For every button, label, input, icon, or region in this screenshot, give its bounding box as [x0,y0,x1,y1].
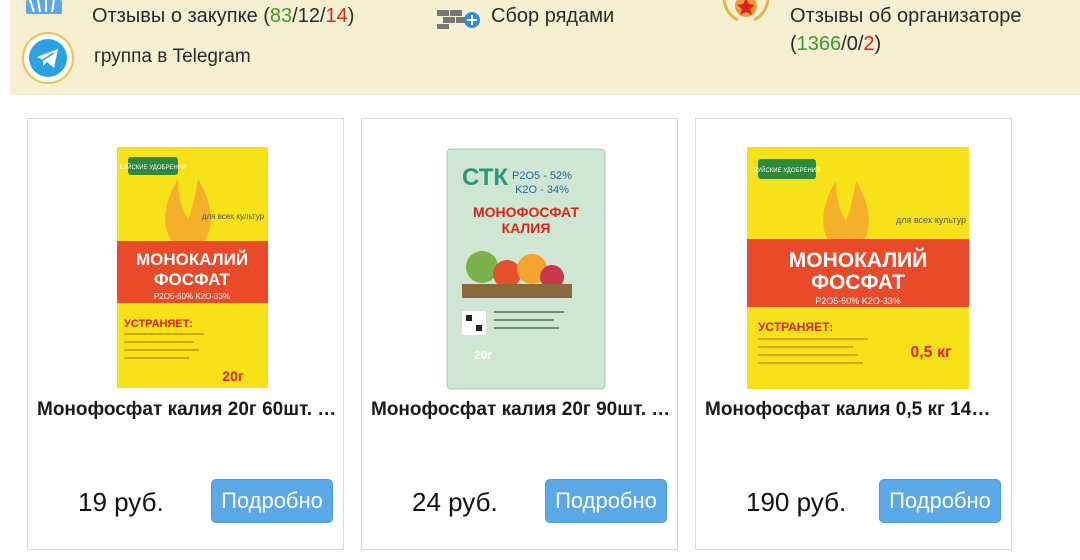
product-title[interactable]: Монофосфат калия 0,5 кг 14шт. Буйские уд… [705,399,1005,421]
row-collect-icon [437,6,483,30]
positive-count: 1366 [796,33,842,55]
svg-text:МОНОКАЛИЙ: МОНОКАЛИЙ [789,248,928,272]
svg-text:для всех культур: для всех культур [202,212,265,221]
positive-count: 83 [269,5,293,27]
product-title[interactable]: Монофосфат калия 20г 60шт. Буйские удобр… [37,399,337,421]
svg-text:ФОСФАТ: ФОСФАТ [154,270,231,289]
product-price: 190 руб. [746,487,847,517]
svg-text:P2O5 - 52%: P2O5 - 52% [512,170,572,182]
product-card[interactable]: СТК P2O5 - 52% K2O - 34% МОНОФОСФАТ КАЛИ… [361,118,678,550]
row-collect-link[interactable]: Сбор рядами [491,4,614,28]
product-image[interactable]: БУЙСКИЕ УДОБРЕНИЯ для всех культур МОНОК… [696,119,1011,399]
product-image[interactable]: СТК P2O5 - 52% K2O - 34% МОНОФОСФАТ КАЛИ… [362,119,677,399]
neutral-count: 0 [846,33,858,55]
product-grid: БУЙСКИЕ УДОБРЕНИЯ для всех культур МОНОК… [0,118,1080,560]
details-button[interactable]: Подробно [211,479,333,523]
svg-text:КАЛИЯ: КАЛИЯ [502,220,551,236]
purchase-reviews[interactable]: Отзывы о закупке (83/12/14) [92,4,354,28]
svg-text:ФОСФАТ: ФОСФАТ [811,271,905,294]
svg-text:УСТРАНЯЕТ:: УСТРАНЯЕТ: [124,318,193,330]
svg-text:МОНОФОСФАТ: МОНОФОСФАТ [473,204,580,220]
svg-text:для всех культур: для всех культур [896,215,966,225]
details-button[interactable]: Подробно [879,479,1001,523]
svg-text:P2O5-50% K2O-33%: P2O5-50% K2O-33% [154,292,230,301]
negative-count: 14 [325,5,348,27]
svg-text:K2O - 34%: K2O - 34% [515,184,569,196]
medal-icon [716,0,776,24]
svg-text:УСТРАНЯЕТ:: УСТРАНЯЕТ: [758,320,833,334]
product-card[interactable]: БУЙСКИЕ УДОБРЕНИЯ для всех культур МОНОК… [27,118,344,550]
svg-text:20г: 20г [474,348,492,362]
organizer-reviews[interactable]: Отзывы об организаторе [790,4,1022,28]
svg-text:БУЙСКИЕ УДОБРЕНИЯ: БУЙСКИЕ УДОБРЕНИЯ [754,166,821,174]
svg-text:БУЙСКИЕ УДОБРЕНИЯ: БУЙСКИЕ УДОБРЕНИЯ [120,163,187,171]
svg-text:МОНОКАЛИЙ: МОНОКАЛИЙ [136,250,248,269]
telegram-icon[interactable] [22,32,74,84]
svg-text:P2O5-50% K2O-33%: P2O5-50% K2O-33% [815,296,901,306]
svg-text:20г: 20г [222,368,244,384]
svg-text:СТК: СТК [462,164,508,191]
product-title[interactable]: Монофосфат калия 20г 90шт. СТК [371,399,671,421]
svg-text:0,5 кг: 0,5 кг [910,344,952,361]
product-price: 19 руб. [78,487,164,517]
organizer-reviews-counts: (1366/0/2) [790,33,882,55]
product-card[interactable]: БУЙСКИЕ УДОБРЕНИЯ для всех культур МОНОК… [695,118,1012,550]
product-price: 24 руб. [412,487,498,517]
product-image[interactable]: БУЙСКИЕ УДОБРЕНИЯ для всех культур МОНОК… [28,119,343,399]
details-button[interactable]: Подробно [545,479,667,523]
telegram-group-link[interactable]: группа в Telegram [94,45,251,69]
basket-icon [24,0,64,18]
negative-count: 2 [863,33,875,55]
neutral-count: 12 [297,5,320,27]
purchase-info-bar: Отзывы о закупке (83/12/14) группа в Tel… [10,0,1080,95]
